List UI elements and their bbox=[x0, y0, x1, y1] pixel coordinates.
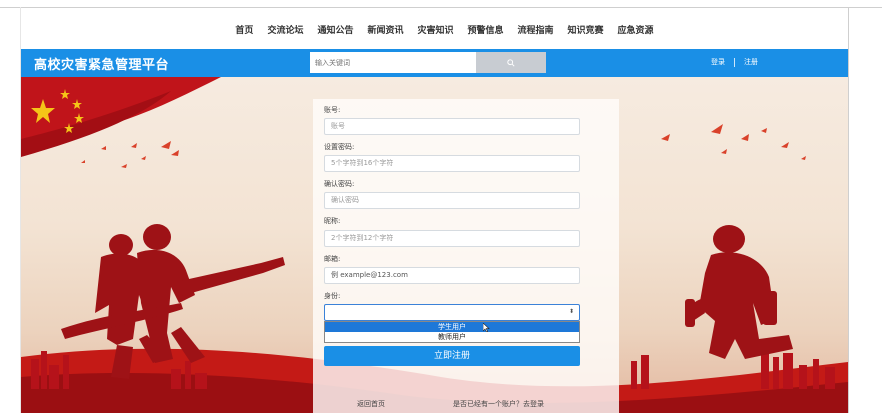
role-select[interactable]: ⬍ bbox=[324, 304, 580, 321]
nav-item-process-guide[interactable]: 流程指南 bbox=[518, 23, 554, 36]
nav-item-resources[interactable]: 应急资源 bbox=[618, 23, 654, 36]
auth-links: 登录 注册 bbox=[711, 57, 758, 67]
nav-item-news[interactable]: 新闻资讯 bbox=[367, 23, 403, 36]
top-navigation: 首页 交流论坛 通知公告 新闻资讯 灾害知识 预警信息 流程指南 知识竞赛 应急… bbox=[21, 8, 848, 50]
role-label: 身份: bbox=[324, 292, 341, 300]
nav-item-quiz[interactable]: 知识竞赛 bbox=[568, 23, 604, 36]
confirm-password-label: 确认密码: bbox=[324, 180, 355, 188]
nav-item-warnings[interactable]: 预警信息 bbox=[468, 23, 504, 36]
nav-item-notices[interactable]: 通知公告 bbox=[317, 23, 353, 36]
search-icon bbox=[507, 58, 515, 67]
account-label: 账号: bbox=[324, 106, 341, 114]
chevron-updown-icon: ⬍ bbox=[568, 308, 574, 315]
mouse-cursor-icon bbox=[483, 323, 490, 332]
auth-divider bbox=[734, 57, 735, 67]
email-input[interactable]: 例 example@123.com bbox=[324, 267, 580, 284]
search-button[interactable] bbox=[476, 52, 546, 73]
top-nav-list: 首页 交流论坛 通知公告 新闻资讯 灾害知识 预警信息 流程指南 知识竞赛 应急… bbox=[21, 8, 848, 50]
nav-item-forum[interactable]: 交流论坛 bbox=[267, 23, 303, 36]
back-home-link[interactable]: 返回首页 bbox=[357, 399, 385, 409]
header-bar: 高校灾害紧急管理平台 登录 注册 bbox=[21, 49, 848, 77]
login-link[interactable]: 登录 bbox=[711, 57, 725, 67]
nav-item-home[interactable]: 首页 bbox=[235, 23, 253, 36]
birds-right bbox=[661, 124, 806, 160]
nickname-label: 昵称: bbox=[324, 217, 341, 225]
password-input[interactable]: 5个字符到16个字符 bbox=[324, 155, 580, 172]
firefighter-right bbox=[685, 225, 793, 359]
password-label: 设置密码: bbox=[324, 143, 355, 151]
site-title: 高校灾害紧急管理平台 bbox=[34, 58, 170, 73]
search-input[interactable] bbox=[310, 52, 476, 73]
register-form: 账号: 账号 设置密码: 5个字符到16个字符 确认密码: 确认密码 昵称: 2… bbox=[313, 99, 619, 413]
window-right-border bbox=[848, 7, 849, 413]
role-option-student[interactable]: 学生用户 bbox=[325, 322, 579, 332]
nav-item-disaster-knowledge[interactable]: 灾害知识 bbox=[417, 23, 453, 36]
role-option-teacher[interactable]: 教师用户 bbox=[325, 332, 579, 342]
submit-register-button[interactable]: 立即注册 bbox=[324, 346, 580, 366]
nickname-input[interactable]: 2个字符到12个字符 bbox=[324, 230, 580, 247]
confirm-password-input[interactable]: 确认密码 bbox=[324, 192, 580, 209]
go-login-link[interactable]: 是否已经有一个账户？去登录 bbox=[453, 399, 544, 409]
birds-left bbox=[81, 141, 179, 168]
role-dropdown: 学生用户 教师用户 bbox=[324, 321, 580, 343]
account-input[interactable]: 账号 bbox=[324, 118, 580, 135]
hero-background: 账号: 账号 设置密码: 5个字符到16个字符 确认密码: 确认密码 昵称: 2… bbox=[21, 77, 848, 413]
register-link[interactable]: 注册 bbox=[744, 57, 758, 67]
email-label: 邮箱: bbox=[324, 255, 341, 263]
